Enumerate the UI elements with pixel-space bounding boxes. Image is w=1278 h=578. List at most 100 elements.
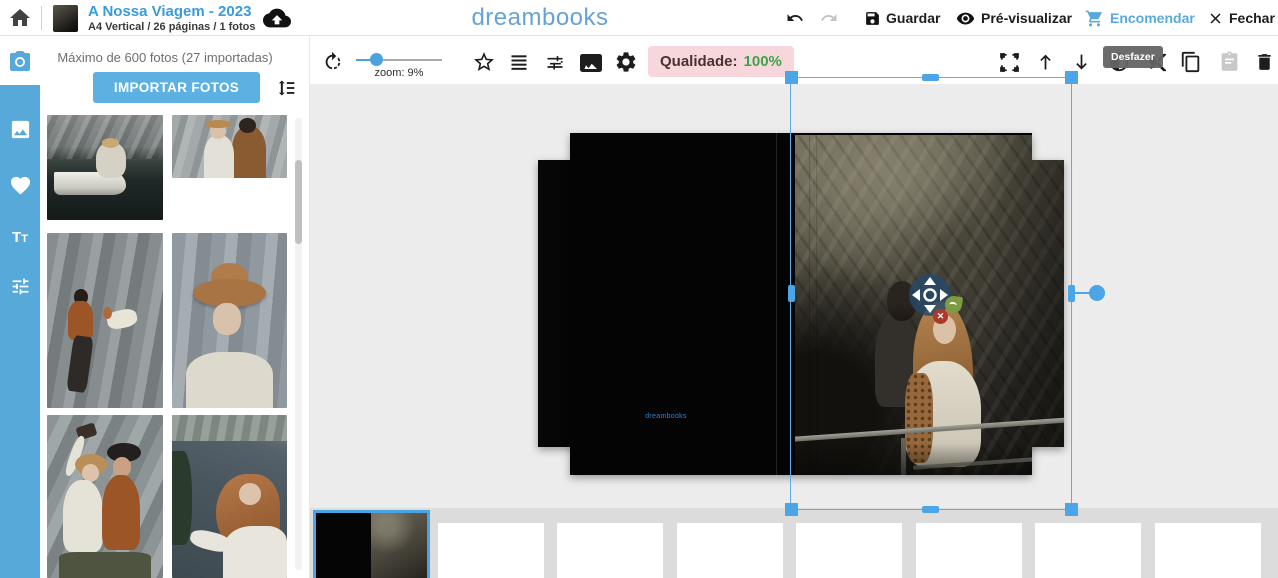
side-rail: TT	[0, 36, 40, 578]
page-thumb-4[interactable]	[796, 523, 902, 578]
project-thumbnail[interactable]	[53, 5, 78, 32]
copy-button[interactable]	[1180, 51, 1202, 73]
save-label: Guardar	[886, 10, 940, 26]
transform-button[interactable]	[998, 51, 1021, 74]
header-divider	[41, 6, 42, 30]
photos-icon	[9, 118, 32, 141]
transform-icon	[998, 51, 1021, 74]
arrow-up-icon	[1035, 51, 1056, 73]
undo-tooltip: Desfazer	[1103, 46, 1163, 68]
filters-icon	[10, 276, 31, 297]
heart-icon	[9, 174, 32, 197]
spine-fold-line	[776, 133, 777, 475]
order-label: Encomendar	[1110, 10, 1195, 26]
panel-photo-couple[interactable]	[172, 115, 287, 178]
quality-label: Qualidade:	[660, 53, 738, 70]
home-button[interactable]	[8, 6, 32, 30]
photos-panel: Máximo de 600 fotos (27 importadas) IMPO…	[40, 36, 310, 578]
preview-button[interactable]: Pré-visualizar	[955, 0, 1072, 36]
favorite-button[interactable]	[472, 50, 496, 74]
page-thumb-3[interactable]	[677, 523, 783, 578]
delete-button[interactable]	[1254, 51, 1275, 73]
app: A Nossa Viagem - 2023 A4 Vertical / 26 p…	[0, 0, 1278, 578]
quality-badge: Qualidade: 100%	[648, 46, 794, 77]
arrow-down-icon	[1071, 51, 1092, 73]
gear-icon	[614, 50, 638, 74]
preview-label: Pré-visualizar	[981, 10, 1072, 26]
undo-button[interactable]	[784, 0, 806, 36]
home-icon	[8, 6, 32, 30]
zoom-label: zoom: 9%	[342, 67, 456, 79]
selection-handle-top-middle[interactable]	[922, 74, 939, 81]
page-thumb-7[interactable]	[1155, 523, 1261, 578]
selection-handle-top-left[interactable]	[785, 71, 798, 84]
project-title[interactable]: A Nossa Viagem - 2023	[88, 3, 251, 20]
rotate-handle[interactable]	[1089, 285, 1105, 301]
page-thumb-6[interactable]	[1035, 523, 1141, 578]
panel-photo-lake-woman[interactable]	[172, 415, 287, 578]
cloud-upload-icon	[263, 6, 291, 30]
page-thumb-1[interactable]	[438, 523, 544, 578]
bring-forward-button[interactable]	[1035, 51, 1056, 73]
paste-icon	[1219, 51, 1240, 73]
selection-handle-bottom-right[interactable]	[1065, 503, 1078, 516]
project-subtitle: A4 Vertical / 26 páginas / 1 fotos	[88, 21, 256, 33]
panel-photo-man-rock[interactable]	[47, 233, 163, 408]
remove-badge-icon[interactable]: ✕	[933, 309, 948, 324]
back-cover-watermark: dreambooks	[640, 413, 692, 420]
photo-limit-label: Máximo de 600 fotos (27 importadas)	[40, 50, 290, 65]
close-label: Fechar	[1229, 10, 1275, 26]
panel-photo-boat[interactable]	[47, 115, 163, 220]
panel-photo-hat-woman[interactable]	[172, 233, 287, 408]
rail-tab-filters[interactable]	[0, 264, 40, 308]
redo-icon	[818, 9, 840, 27]
dreambooks-logo: dreambooks	[460, 4, 620, 32]
selection-handle-middle-left[interactable]	[788, 285, 795, 302]
close-icon	[1207, 10, 1224, 27]
lines-icon	[508, 52, 530, 72]
settings-button[interactable]	[614, 50, 638, 74]
rotate-icon	[322, 51, 344, 73]
zoom-slider-handle[interactable]	[370, 53, 383, 66]
rail-tab-text[interactable]: TT	[0, 215, 40, 259]
zoom-slider-track[interactable]	[356, 59, 442, 61]
top-bar: A Nossa Viagem - 2023 A4 Vertical / 26 p…	[0, 0, 1278, 36]
rail-tab-photos[interactable]	[0, 36, 40, 85]
copy-icon	[1180, 51, 1202, 73]
rotate-button[interactable]	[322, 51, 344, 73]
save-button[interactable]: Guardar	[864, 0, 940, 36]
selection-handle-bottom-left[interactable]	[785, 503, 798, 516]
camera-icon	[8, 49, 32, 73]
image-icon	[578, 53, 604, 73]
rail-tab-favorites[interactable]	[0, 163, 40, 207]
text-icon: TT	[12, 229, 28, 246]
adjust-button[interactable]	[544, 52, 566, 72]
sort-button[interactable]	[274, 78, 298, 98]
selection-handle-top-right[interactable]	[1065, 71, 1078, 84]
panel-scrollbar-thumb[interactable]	[295, 160, 302, 244]
import-photos-button[interactable]: IMPORTAR FOTOS	[93, 72, 260, 103]
eye-icon	[955, 9, 976, 28]
send-backward-button[interactable]	[1071, 51, 1092, 73]
background-button[interactable]	[578, 53, 604, 73]
page-thumb-2[interactable]	[557, 523, 663, 578]
rail-tab-gallery[interactable]	[0, 107, 40, 151]
trash-icon	[1254, 51, 1275, 73]
layouts-button[interactable]	[508, 52, 530, 72]
cart-icon	[1084, 9, 1105, 28]
sort-icon	[275, 78, 297, 98]
quality-value: 100%	[744, 53, 782, 70]
page-thumb-5[interactable]	[916, 523, 1022, 578]
tune-icon	[544, 52, 566, 72]
page-thumb-cover-selected[interactable]	[313, 510, 430, 578]
order-button[interactable]: Encomendar	[1084, 0, 1195, 36]
selection-handle-bottom-middle[interactable]	[922, 506, 939, 513]
undo-icon	[784, 9, 806, 27]
star-icon	[472, 50, 496, 74]
pages-filmstrip	[310, 508, 1278, 578]
close-button[interactable]: Fechar	[1207, 0, 1275, 36]
panel-photo-selfie[interactable]	[47, 415, 163, 578]
save-icon	[864, 10, 881, 27]
paste-button[interactable]	[1219, 51, 1240, 73]
redo-button[interactable]	[818, 0, 840, 36]
